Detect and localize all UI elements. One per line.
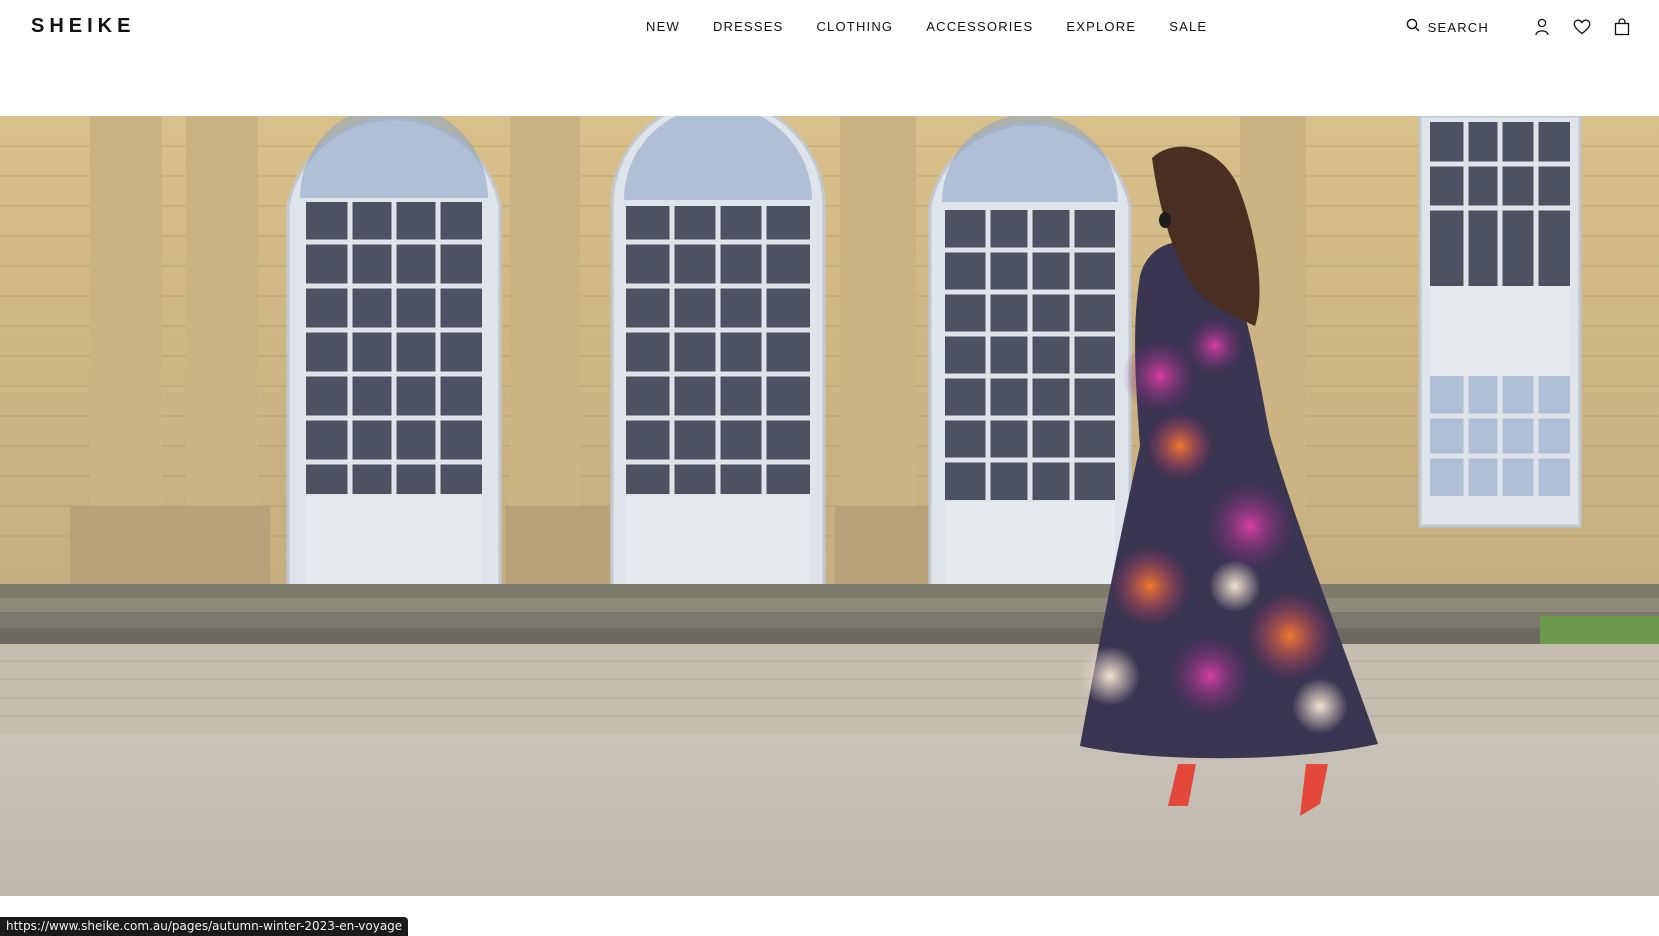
search-label: SEARCH	[1427, 19, 1489, 35]
nav-item-explore[interactable]: EXPLORE	[1066, 19, 1136, 35]
nav-item-sale[interactable]: SALE	[1169, 19, 1207, 35]
header-tools: SEARCH	[1406, 16, 1633, 38]
wishlist-heart-icon[interactable]	[1571, 16, 1593, 38]
shopping-bag-icon[interactable]	[1611, 16, 1633, 38]
nav-item-accessories[interactable]: ACCESSORIES	[926, 19, 1033, 35]
browser-status-url: https://www.sheike.com.au/pages/autumn-w…	[0, 917, 409, 936]
main-nav: NEW DRESSES CLOTHING ACCESSORIES EXPLORE…	[646, 19, 1207, 35]
hero-photo	[0, 116, 1659, 896]
nav-item-new[interactable]: NEW	[646, 19, 680, 35]
brand-logo[interactable]: SHEIKE	[31, 15, 135, 38]
nav-item-clothing[interactable]: CLOTHING	[816, 19, 893, 35]
search-button[interactable]: SEARCH	[1406, 18, 1489, 37]
hero-campaign-image[interactable]	[0, 116, 1659, 896]
nav-item-dresses[interactable]: DRESSES	[713, 19, 784, 35]
account-icon[interactable]	[1531, 16, 1553, 38]
search-icon	[1406, 18, 1420, 37]
site-header: SHEIKE NEW DRESSES CLOTHING ACCESSORIES …	[0, 0, 1659, 116]
